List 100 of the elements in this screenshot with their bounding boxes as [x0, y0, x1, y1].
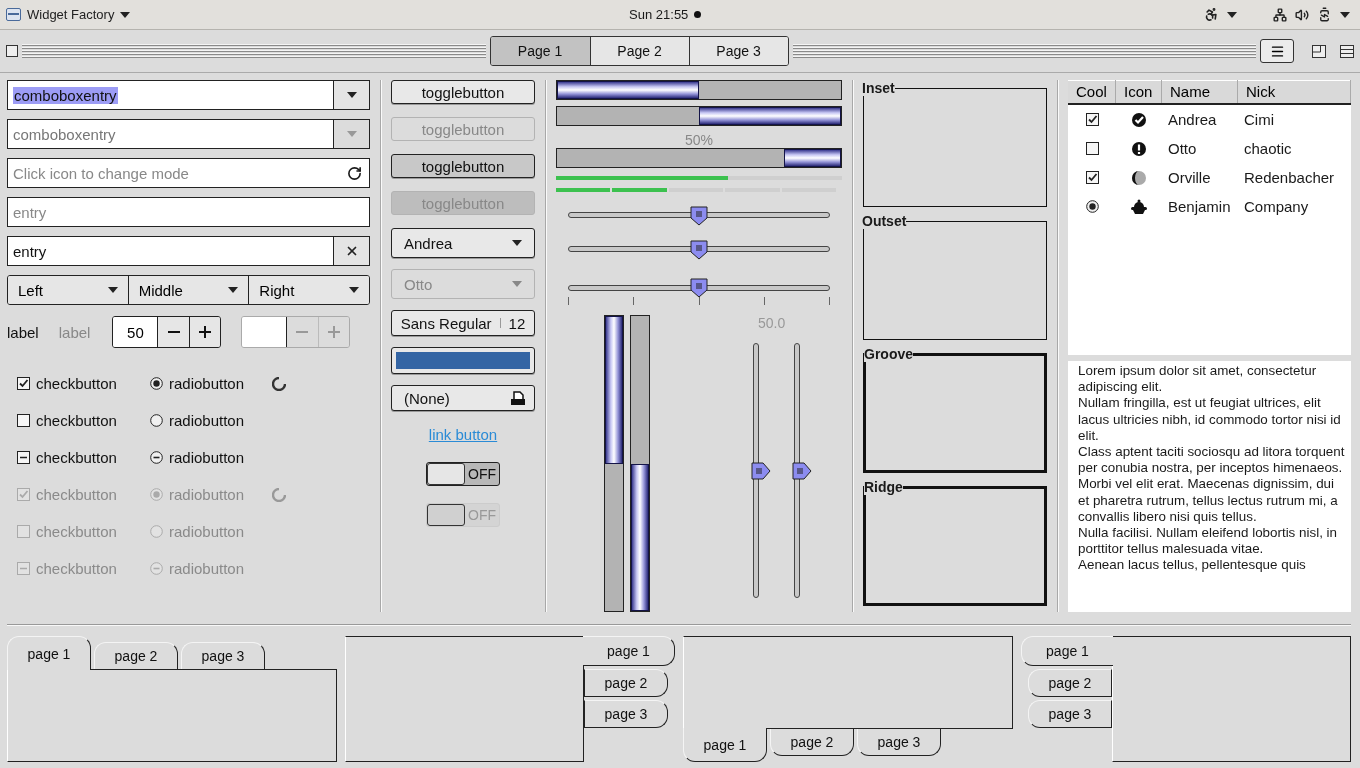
- page-tab[interactable]: Page 3: [688, 37, 788, 65]
- minus-icon: [296, 331, 309, 333]
- notebook-tab[interactable]: page 2: [584, 669, 668, 697]
- combo-box[interactable]: Andrea: [391, 228, 535, 258]
- radio-button[interactable]: radiobutton: [150, 412, 272, 429]
- slider-thumb[interactable]: [750, 460, 771, 481]
- label: label: [7, 323, 39, 341]
- caret-icon: [346, 92, 357, 98]
- accessibility-icon: [1204, 7, 1219, 22]
- color-button[interactable]: [391, 347, 535, 374]
- network-icon: [1273, 7, 1287, 22]
- notebook-tab[interactable]: page 2: [94, 642, 178, 669]
- text-view[interactable]: [1068, 361, 1351, 612]
- caret-icon: [120, 11, 131, 18]
- plus-icon: [199, 326, 211, 338]
- radio-button[interactable]: radiobutton: [150, 375, 272, 392]
- pot-icon: [1130, 198, 1148, 215]
- checkbox[interactable]: checkbutton: [17, 375, 150, 392]
- entry-text[interactable]: comboboxentry: [8, 81, 333, 109]
- font-button[interactable]: Sans Regular 12: [391, 310, 535, 336]
- notebook-tab[interactable]: page 3: [857, 729, 941, 756]
- notebook-tab[interactable]: page 3: [1028, 700, 1112, 728]
- switch-knob: [427, 504, 465, 526]
- switch-knob: [427, 463, 465, 485]
- window-layout-icon[interactable]: [1340, 44, 1354, 58]
- window-icon: [6, 8, 21, 21]
- table-cell-text: Andrea: [1167, 111, 1218, 128]
- refresh-icon[interactable]: [346, 165, 362, 181]
- decrement-button[interactable]: [158, 317, 189, 347]
- column-header[interactable]: Name: [1162, 80, 1238, 103]
- volume-icon: [1295, 7, 1309, 22]
- scale-value: 50.0: [757, 315, 787, 331]
- dropdown-button[interactable]: Middle: [127, 276, 249, 304]
- notebook-tab[interactable]: page 1: [583, 636, 675, 666]
- toggle-button[interactable]: togglebutton: [391, 154, 535, 178]
- caret-icon: [228, 287, 239, 293]
- frame-label: Ridge: [864, 479, 903, 495]
- checkbox[interactable]: checkbutton: [17, 412, 150, 429]
- checkbox[interactable]: checkbutton: [17, 449, 150, 466]
- progress-text: 50%: [684, 132, 714, 148]
- frame-label: Inset: [862, 80, 895, 96]
- caret-icon: [346, 131, 357, 137]
- battery-icon: [1317, 7, 1332, 22]
- menu-button[interactable]: [1260, 39, 1294, 63]
- paragraph: Nullam fringilla, est ut feugiat ultrices, elit lacus ultricies nibh, id commodo tortor nisi id elit.: [1078, 395, 1342, 444]
- notebook-tab[interactable]: page 3: [181, 642, 265, 669]
- tick-mark: [698, 297, 700, 305]
- tick-mark: [763, 297, 765, 305]
- slider-thumb[interactable]: [689, 239, 709, 260]
- switch[interactable]: OFF: [426, 462, 500, 486]
- window-layout-icon[interactable]: [1312, 44, 1326, 58]
- page-tab[interactable]: Page 1: [490, 37, 590, 65]
- menu-icon: [1269, 43, 1285, 59]
- notebook-tab[interactable]: page 1: [1021, 636, 1113, 666]
- table-cell-text: Cimi: [1243, 111, 1275, 128]
- slider-thumb[interactable]: [791, 460, 812, 481]
- clear-button[interactable]: [333, 237, 369, 265]
- caret-icon: [1227, 11, 1237, 18]
- table-cell-text: Company: [1243, 198, 1310, 215]
- notebook-tab[interactable]: page 2: [770, 729, 854, 756]
- entry-field[interactable]: entry: [8, 237, 333, 265]
- moon-icon: [1131, 169, 1147, 186]
- table-cell-text: chaotic: [1243, 140, 1293, 157]
- warning-icon: [1131, 140, 1147, 157]
- combo-box-entry[interactable]: comboboxentry: [7, 80, 370, 110]
- tick-mark: [633, 297, 635, 305]
- dot-icon: [694, 11, 702, 18]
- dropdown-button[interactable]: Right: [248, 276, 369, 304]
- column-header[interactable]: Nick: [1238, 80, 1351, 103]
- increment-button[interactable]: [188, 317, 221, 347]
- toggle-button[interactable]: togglebutton: [391, 80, 535, 104]
- page-tab[interactable]: Page 2: [589, 37, 689, 65]
- caret-icon: [1340, 11, 1350, 18]
- sidebar-icon[interactable]: [6, 45, 18, 57]
- table-cell-text: Redenbacher: [1243, 169, 1336, 186]
- table-cell-text: Orville: [1167, 169, 1212, 186]
- caret-icon: [512, 281, 522, 287]
- clock[interactable]: Sun 21:55: [629, 7, 689, 22]
- table-cell-text: Otto: [1167, 140, 1198, 157]
- file-button[interactable]: (None): [391, 385, 535, 411]
- app-menu[interactable]: Widget Factory: [6, 7, 131, 22]
- entry-field[interactable]: entry: [8, 198, 369, 226]
- notebook-tab[interactable]: page 3: [584, 700, 668, 728]
- plus-icon: [327, 326, 340, 338]
- column-header[interactable]: Cool: [1068, 80, 1116, 103]
- notebook-tab[interactable]: page 2: [1028, 669, 1112, 697]
- dropdown-button[interactable]: [333, 81, 369, 109]
- column-header[interactable]: Icon: [1116, 80, 1162, 103]
- spin-button[interactable]: 50: [112, 316, 222, 348]
- text-entry[interactable]: entry: [7, 236, 370, 266]
- dropdown-button[interactable]: Left: [8, 276, 128, 304]
- notebook-tab[interactable]: page 1: [7, 636, 91, 670]
- caret-icon: [107, 287, 118, 293]
- slider-thumb[interactable]: [689, 278, 709, 299]
- notebook-tab[interactable]: page 1: [683, 728, 767, 762]
- check-circle-icon: [1131, 111, 1147, 128]
- radio-button[interactable]: radiobutton: [150, 449, 272, 466]
- spin-value[interactable]: 50: [113, 317, 159, 347]
- paragraph: Morbi vel elit erat. Maecenas dignissim, dui et pharetra rutrum, tellus lectus rutrum mi, a convallis libero nisi quis tellus.: [1078, 476, 1339, 526]
- slider-thumb[interactable]: [689, 205, 709, 226]
